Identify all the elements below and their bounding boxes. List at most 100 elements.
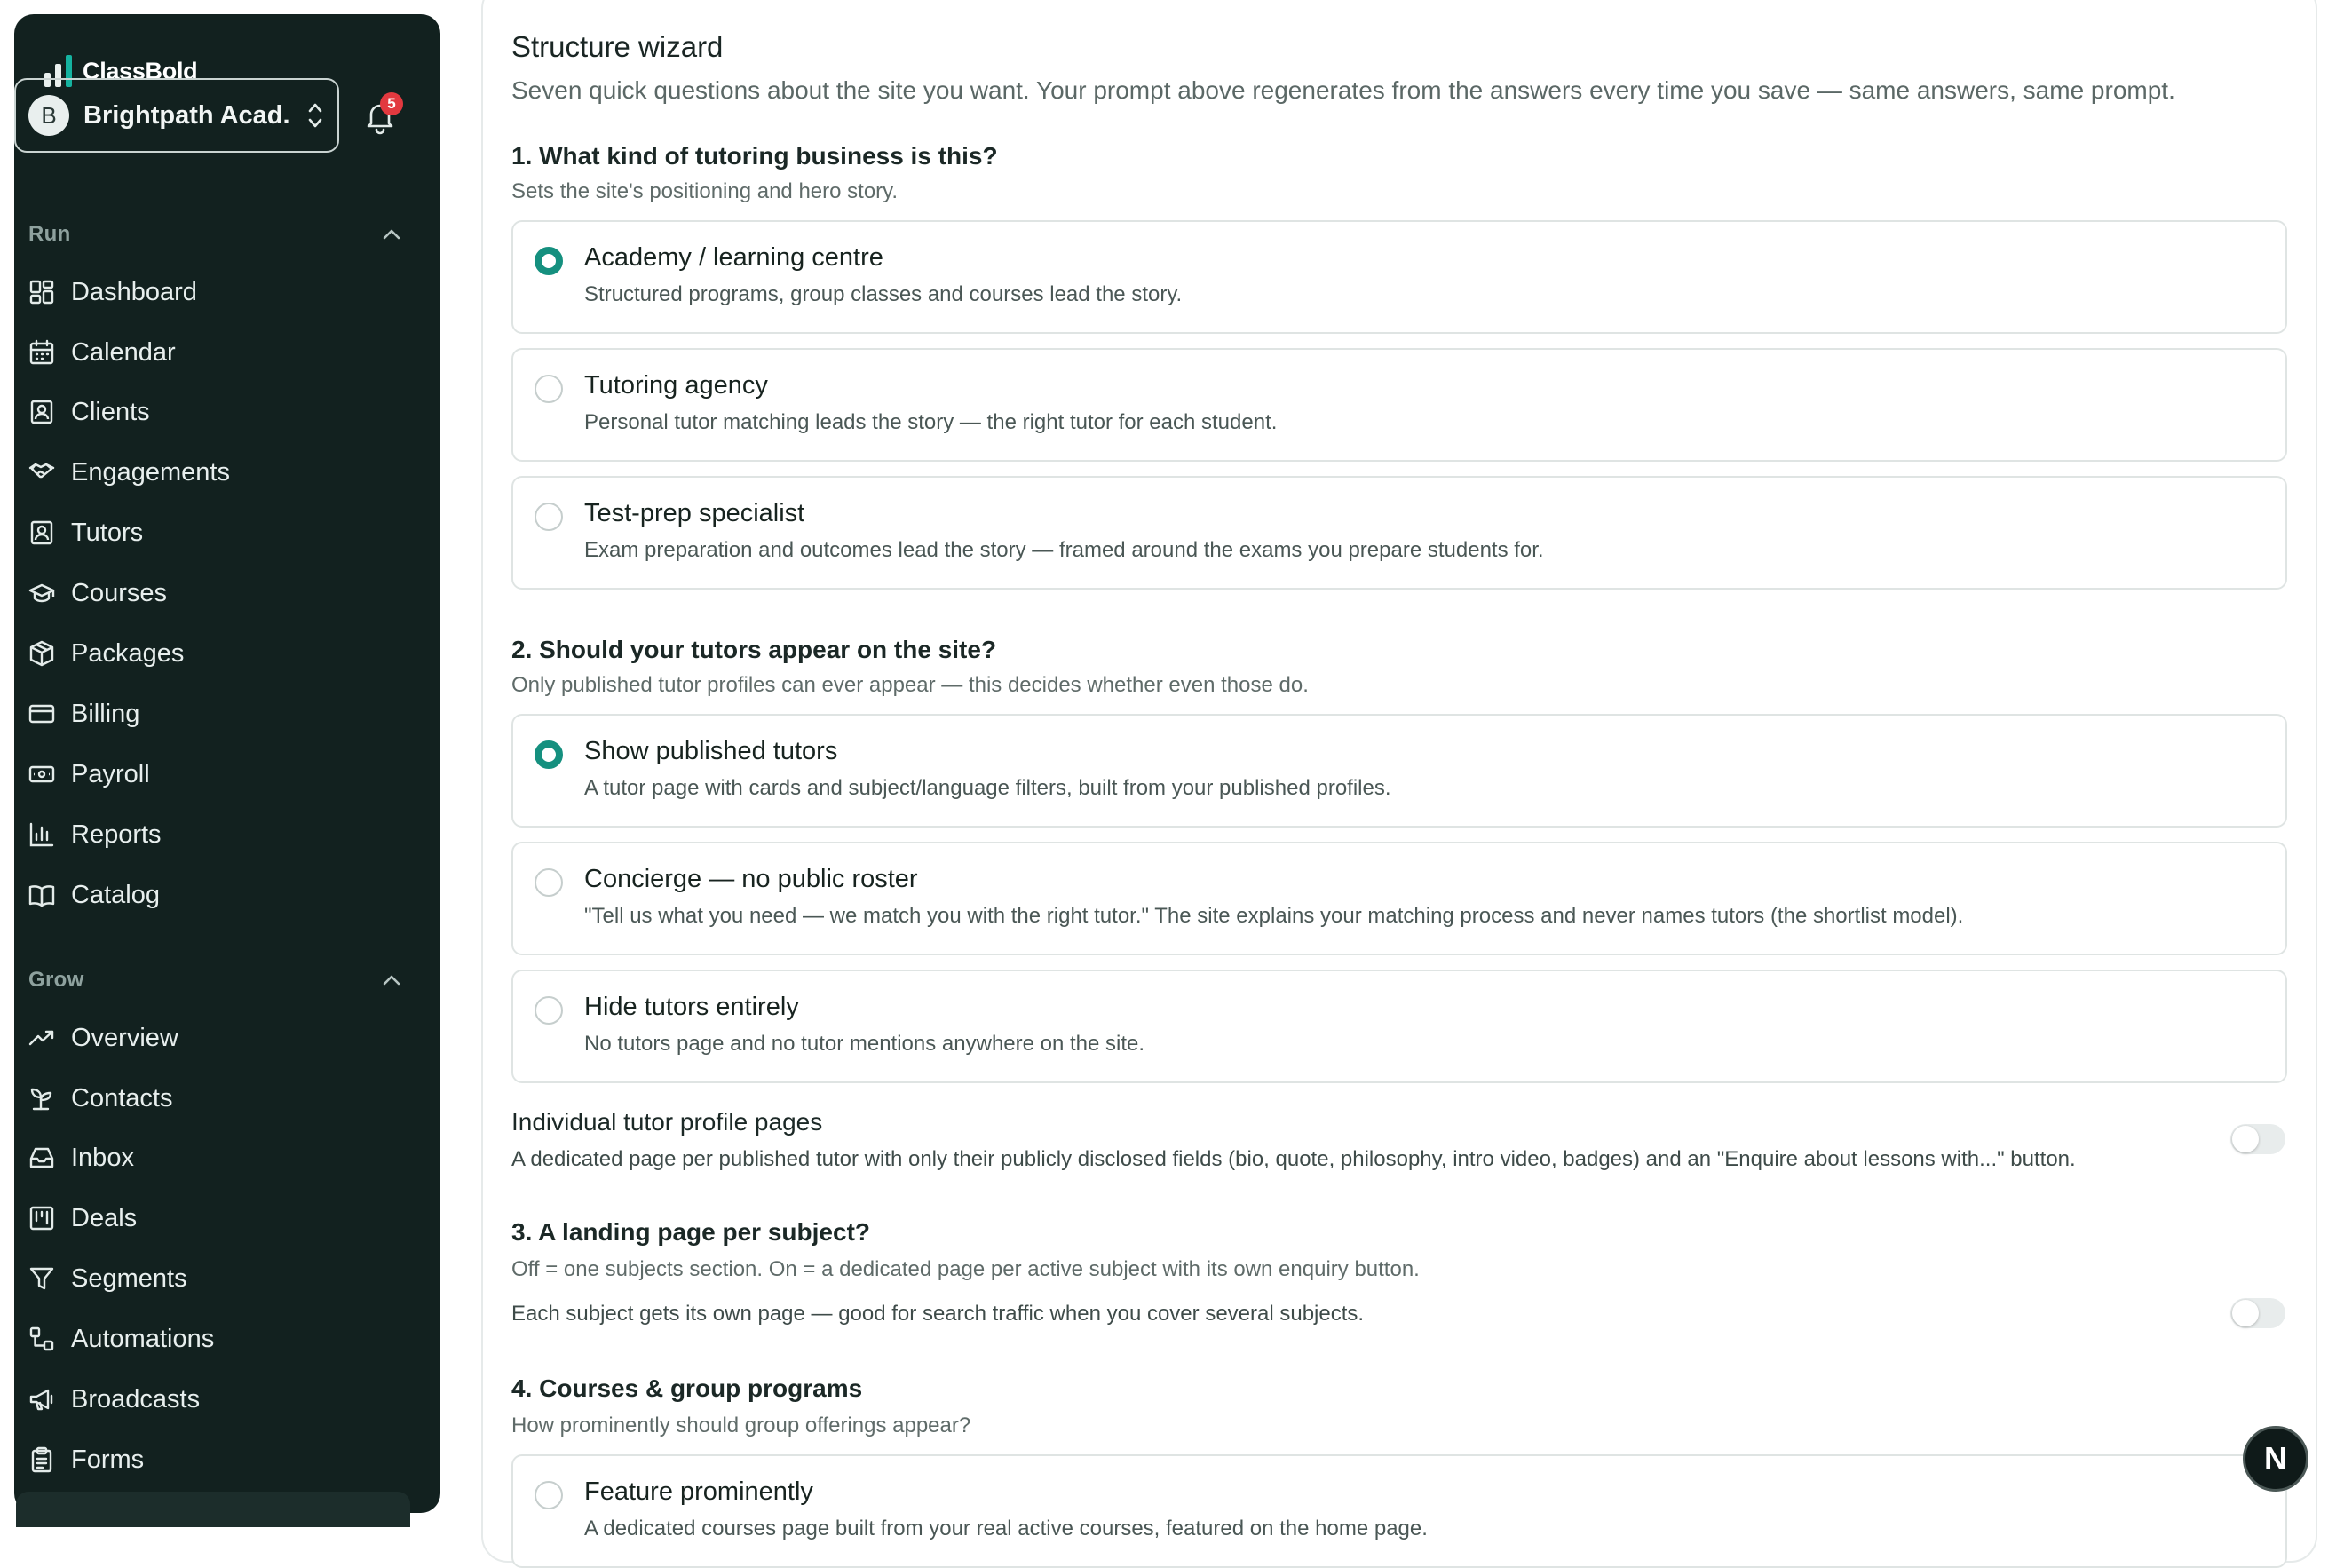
sidebar-item-label: Calendar [71, 337, 176, 367]
sidebar-item-packages[interactable]: Packages [28, 629, 401, 678]
sidebar-item-segments[interactable]: Segments [28, 1254, 401, 1303]
sidebar-item-label: Overview [71, 1023, 178, 1052]
tutor-profile-pages-description: A dedicated page per published tutor wit… [511, 1147, 2076, 1171]
option-description: No tutors page and no tutor mentions any… [584, 1032, 1145, 1056]
option-description: Personal tutor matching leads the story … [584, 410, 1278, 434]
option-label: Concierge — no public roster [584, 865, 918, 893]
sidebar-item-active-partial[interactable] [16, 1492, 410, 1527]
option-label: Show published tutors [584, 737, 838, 765]
sidebar-item-calendar[interactable]: Calendar [28, 328, 401, 377]
sidebar-item-overview[interactable]: Overview [28, 1013, 401, 1063]
option-label: Tutoring agency [584, 371, 768, 400]
sidebar-item-reports[interactable]: Reports [28, 810, 401, 859]
option-description: Exam preparation and outcomes lead the s… [584, 538, 1544, 562]
credit-card-icon [28, 704, 55, 724]
option-academy[interactable]: Academy / learning centre Structured pro… [511, 220, 2287, 334]
option-show-published-tutors[interactable]: Show published tutors A tutor page with … [511, 714, 2287, 828]
kanban-icon [29, 1206, 54, 1231]
radio-unselected-icon[interactable] [535, 868, 563, 897]
sidebar-item-label: Courses [71, 578, 167, 607]
sidebar-item-clients[interactable]: Clients [28, 387, 401, 437]
sidebar-item-broadcasts[interactable]: Broadcasts [28, 1374, 401, 1424]
sidebar-item-contacts[interactable]: Contacts [28, 1073, 401, 1123]
sidebar-item-automations[interactable]: Automations [28, 1314, 401, 1364]
trending-up-icon [28, 1030, 54, 1046]
tutor-profile-pages-toggle[interactable] [2230, 1124, 2285, 1154]
radio-unselected-icon[interactable] [535, 375, 563, 403]
sidebar-item-label: Deals [71, 1203, 138, 1232]
sidebar-item-payroll[interactable]: Payroll [28, 749, 401, 799]
option-description: Structured programs, group classes and c… [584, 282, 1183, 306]
sidebar-item-dashboard[interactable]: Dashboard [28, 267, 401, 317]
tutors-icon [30, 520, 53, 545]
sidebar-item-label: Segments [71, 1263, 187, 1293]
section-title: Grow [28, 968, 84, 992]
megaphone-icon [29, 1389, 53, 1411]
sidebar-item-label: Tutors [71, 518, 144, 547]
option-label: Test-prep specialist [584, 499, 805, 527]
sidebar-item-label: Reports [71, 820, 162, 849]
dashboard-icon [29, 280, 54, 305]
chevron-up-icon [383, 975, 400, 986]
filter-icon [29, 1267, 54, 1290]
section-grow-toggle[interactable]: Grow [28, 962, 401, 998]
organization-switcher[interactable]: B Brightpath Acad... [14, 78, 339, 153]
sidebar-item-label: Inbox [71, 1143, 134, 1172]
graduation-cap-icon [28, 583, 55, 603]
section-run-toggle[interactable]: Run [28, 217, 401, 252]
sidebar-item-inbox[interactable]: Inbox [28, 1133, 401, 1183]
package-icon [29, 640, 54, 667]
sidebar-item-deals[interactable]: Deals [28, 1193, 401, 1243]
sidebar-item-forms[interactable]: Forms [28, 1435, 401, 1485]
sidebar-item-billing[interactable]: Billing [28, 689, 401, 739]
subject-pages-toggle-label: Each subject gets its own page — good fo… [511, 1302, 1365, 1326]
sidebar-item-label: Packages [71, 638, 185, 668]
sidebar-item-label: Contacts [71, 1083, 173, 1113]
option-description: A tutor page with cards and subject/lang… [584, 776, 1391, 800]
option-feature-prominently[interactable]: Feature prominently A dedicated courses … [511, 1454, 2287, 1568]
sidebar-item-label: Dashboard [71, 277, 197, 306]
sidebar-item-label: Engagements [71, 457, 230, 487]
sidebar-item-label: Broadcasts [71, 1384, 201, 1414]
question-3-help: Off = one subjects section. On = a dedic… [511, 1257, 1420, 1281]
option-tutoring-agency[interactable]: Tutoring agency Personal tutor matching … [511, 348, 2287, 462]
sidebar-item-engagements[interactable]: Engagements [28, 447, 401, 497]
radio-unselected-icon[interactable] [535, 503, 563, 531]
workflow-icon [29, 1326, 54, 1351]
sidebar-item-catalog[interactable]: Catalog [28, 870, 401, 920]
option-test-prep[interactable]: Test-prep specialist Exam preparation an… [511, 476, 2287, 590]
page-subtitle: Seven quick questions about the site you… [511, 76, 2175, 104]
question-2-help: Only published tutor profiles can ever a… [511, 673, 1309, 697]
sidebar-item-tutors[interactable]: Tutors [28, 508, 401, 558]
sidebar-item-label: Payroll [71, 759, 150, 788]
bar-chart-icon [29, 822, 54, 847]
calendar-icon [29, 339, 54, 365]
option-description: A dedicated courses page built from your… [584, 1517, 1428, 1540]
chevron-up-icon [383, 229, 400, 240]
question-4-title: 4. Courses & group programs [511, 1374, 863, 1402]
subject-pages-toggle[interactable] [2230, 1298, 2285, 1328]
sidebar-item-label: Catalog [71, 880, 160, 909]
option-label: Academy / learning centre [584, 243, 883, 272]
radio-selected-icon[interactable] [535, 247, 563, 275]
question-2-title: 2. Should your tutors appear on the site… [511, 636, 997, 663]
tutor-profile-pages-label: Individual tutor profile pages [511, 1108, 823, 1136]
org-avatar: B [28, 95, 69, 136]
radio-selected-icon[interactable] [535, 740, 563, 769]
clipboard-icon [31, 1446, 52, 1473]
book-open-icon [28, 885, 55, 907]
option-description: "Tell us what you need — we match you wi… [584, 904, 1964, 928]
sidebar-item-courses[interactable]: Courses [28, 568, 401, 618]
radio-unselected-icon[interactable] [535, 1481, 563, 1509]
sprout-icon [30, 1088, 52, 1111]
question-3-title: 3. A landing page per subject? [511, 1218, 870, 1246]
option-concierge[interactable]: Concierge — no public roster "Tell us wh… [511, 842, 2287, 955]
assistant-button[interactable]: N [2243, 1426, 2308, 1492]
chevrons-up-down-icon [308, 103, 322, 128]
radio-unselected-icon[interactable] [535, 996, 563, 1025]
sidebar-item-label: Automations [71, 1324, 215, 1353]
question-4-help: How prominently should group offerings a… [511, 1414, 971, 1437]
option-hide-tutors[interactable]: Hide tutors entirely No tutors page and … [511, 970, 2287, 1083]
option-label: Feature prominently [584, 1477, 813, 1506]
inbox-icon [29, 1147, 54, 1168]
